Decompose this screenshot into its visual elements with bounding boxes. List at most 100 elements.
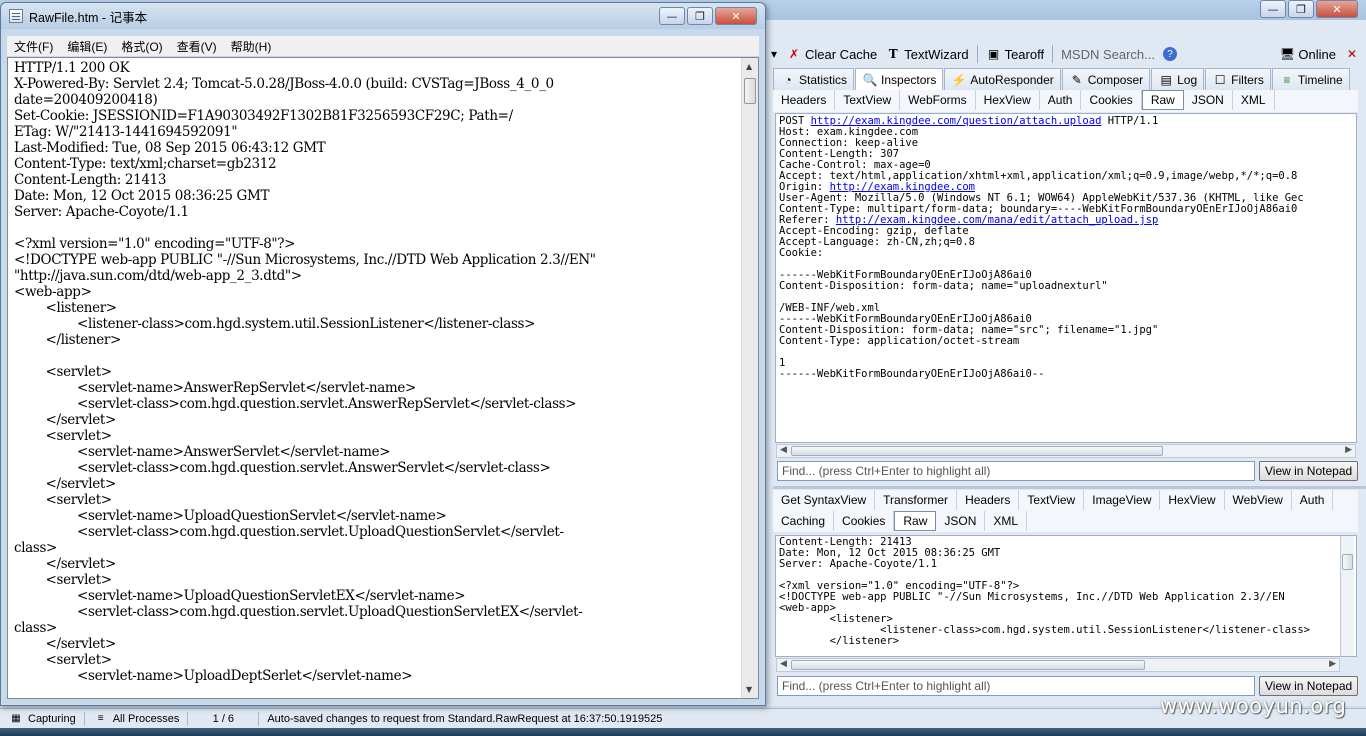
notepad-window: RawFile.htm - 记事本 — ❐ ✕ 文件(F) 编辑(E) 格式(O… <box>0 2 766 706</box>
msdn-search-input[interactable]: MSDN Search... <box>1061 47 1155 62</box>
tab-composer[interactable]: ✎ Composer <box>1061 68 1151 90</box>
tab-label: AutoResponder <box>970 72 1054 87</box>
request-find-input[interactable]: Find... (press Ctrl+Enter to highlight a… <box>777 461 1255 481</box>
request-horizontal-scrollbar[interactable]: ◀ ▶ <box>776 444 1356 458</box>
menu-format[interactable]: 格式(O) <box>114 38 169 55</box>
request-tab-headers[interactable]: Headers <box>773 90 836 110</box>
request-find-bar: Find... (press Ctrl+Enter to highlight a… <box>777 461 1359 483</box>
notepad-line: <servlet> <box>14 364 113 380</box>
notepad-line: X-Powered-By: Servlet 2.4; Tomcat-5.0.28… <box>14 76 554 92</box>
tearoff-button[interactable]: ▣ Tearoff <box>986 46 1044 62</box>
notepad-line: "http://java.sun.com/dtd/web-app_2_3.dtd… <box>14 268 302 284</box>
response-view-in-notepad-button[interactable]: View in Notepad <box>1259 676 1359 696</box>
close-button[interactable]: ✕ <box>715 7 757 25</box>
help-icon[interactable]: ? <box>1163 47 1177 61</box>
scrollbar-thumb[interactable] <box>791 446 1163 456</box>
notepad-line: </servlet> <box>14 556 117 572</box>
response-tab-webview[interactable]: WebView <box>1225 490 1292 510</box>
response-tab-raw[interactable]: Raw <box>894 511 937 531</box>
response-tab-cookies[interactable]: Cookies <box>834 511 895 531</box>
clear-cache-icon: ✗ <box>788 47 800 61</box>
response-tab-xml[interactable]: XML <box>985 511 1028 531</box>
tab-inspectors[interactable]: 🔍 Inspectors <box>855 68 944 91</box>
menu-edit[interactable]: 编辑(E) <box>60 38 114 55</box>
response-raw-line: </listener> <box>779 635 900 647</box>
notepad-line: date=200409200418) <box>14 92 158 108</box>
response-raw-line: <!DOCTYPE web-app PUBLIC "-//Sun Microsy… <box>779 591 1285 603</box>
request-tab-xml[interactable]: XML <box>1233 90 1275 110</box>
notepad-vertical-scrollbar[interactable]: ▲ ▼ <box>741 58 758 698</box>
response-tab-textview[interactable]: TextView <box>1019 490 1085 510</box>
tab-timeline[interactable]: ≡ Timeline <box>1271 68 1350 90</box>
response-vertical-scrollbar[interactable] <box>1340 536 1354 656</box>
response-tab-transformer[interactable]: Transformer <box>875 490 958 510</box>
scrollbar-thumb[interactable] <box>791 660 1145 670</box>
response-raw-view[interactable]: Content-Length: 21413 Date: Mon, 12 Oct 2… <box>775 535 1357 657</box>
menu-file[interactable]: 文件(F) <box>7 38 60 55</box>
close-button[interactable]: ✕ <box>1316 0 1358 18</box>
scroll-down-arrow[interactable]: ▼ <box>746 685 752 694</box>
request-tab-textview[interactable]: TextView <box>835 90 901 110</box>
statistics-icon: ◔ <box>784 72 792 87</box>
tab-log[interactable]: ▤ Log <box>1151 68 1205 90</box>
toolbar-grip-icon: ▾ <box>770 47 778 61</box>
response-tab-headers[interactable]: Headers <box>957 490 1020 510</box>
notepad-title: RawFile.htm - 记事本 <box>29 10 148 25</box>
process-filter[interactable]: ≡ All Processes <box>85 711 188 727</box>
response-tab-auth[interactable]: Auth <box>1292 490 1334 510</box>
menu-view[interactable]: 查看(V) <box>170 38 224 55</box>
minimize-button[interactable]: — <box>1260 0 1286 18</box>
scroll-right-arrow[interactable]: ▶ <box>1329 659 1336 669</box>
scrollbar-thumb[interactable] <box>744 78 756 104</box>
tab-autoresponder[interactable]: ⚡ AutoResponder <box>944 68 1061 90</box>
scroll-left-arrow[interactable]: ◀ <box>780 445 787 455</box>
toolbar-separator <box>1052 45 1054 63</box>
online-indicator[interactable]: 🖥 Online <box>1279 46 1336 62</box>
capturing-indicator[interactable]: ▦ Capturing <box>0 711 84 727</box>
scroll-up-arrow[interactable]: ▲ <box>746 62 752 71</box>
maximize-button[interactable]: ❐ <box>687 7 713 25</box>
notepad-line: <web-app> <box>14 284 92 300</box>
session-count: 1 / 6 <box>212 712 235 725</box>
clear-cache-button[interactable]: ✗ Clear Cache <box>786 46 877 62</box>
filters-checkbox-icon: ☐ <box>1214 72 1226 87</box>
text-wizard-button[interactable]: T TextWizard <box>885 46 969 62</box>
request-tab-auth[interactable]: Auth <box>1040 90 1082 110</box>
request-raw-view[interactable]: POST http://exam.kingdee.com/question/at… <box>775 113 1357 443</box>
menu-help[interactable]: 帮助(H) <box>224 38 279 55</box>
response-tab-get-syntaxview[interactable]: Get SyntaxView <box>773 490 876 510</box>
request-tab-webforms[interactable]: WebForms <box>900 90 976 110</box>
minimize-button[interactable]: — <box>659 7 685 25</box>
tab-filters[interactable]: ☐ Filters <box>1205 68 1271 90</box>
notepad-line: <servlet-name>UploadQuestionServletEX</s… <box>14 588 466 604</box>
scrollbar-thumb[interactable] <box>1342 554 1353 570</box>
tab-label: Composer <box>1087 72 1144 87</box>
inspectors-icon: 🔍 <box>862 73 878 87</box>
pane-splitter[interactable] <box>773 486 1366 489</box>
request-raw-line: Content-Disposition: form-data; name="up… <box>779 281 1353 292</box>
notepad-line: <servlet-name>UploadDeptSerlet</servlet-… <box>14 668 413 684</box>
request-tab-cookies[interactable]: Cookies <box>1081 90 1142 110</box>
notepad-line <box>14 348 740 364</box>
response-tab-caching[interactable]: Caching <box>773 511 835 531</box>
response-tab-json[interactable]: JSON <box>936 511 986 531</box>
response-tab-imageview[interactable]: ImageView <box>1084 490 1161 510</box>
request-tab-hexview[interactable]: HexView <box>976 90 1040 110</box>
notepad-line: <servlet-class>com.hgd.question.servlet.… <box>14 396 577 412</box>
timeline-icon: ≡ <box>1283 72 1291 87</box>
request-view-in-notepad-button[interactable]: View in Notepad <box>1259 461 1359 481</box>
response-tab-hexview[interactable]: HexView <box>1160 490 1225 510</box>
response-horizontal-scrollbar[interactable]: ◀ ▶ <box>776 658 1340 672</box>
scroll-left-arrow[interactable]: ◀ <box>780 659 787 669</box>
scroll-right-arrow[interactable]: ▶ <box>1345 445 1352 455</box>
request-tab-json[interactable]: JSON <box>1184 90 1233 110</box>
tab-label: Inspectors <box>881 73 937 87</box>
notepad-line: <servlet-name>UploadQuestionServlet</ser… <box>14 508 447 524</box>
response-find-input[interactable]: Find... (press Ctrl+Enter to highlight a… <box>777 676 1255 696</box>
maximize-button[interactable]: ❐ <box>1288 0 1314 18</box>
request-tab-raw[interactable]: Raw <box>1141 90 1184 110</box>
toolbar-close-icon[interactable]: ✕ <box>1344 46 1360 62</box>
notepad-text-area[interactable]: HTTP/1.1 200 OK X-Powered-By: Servlet 2.4… <box>7 57 759 699</box>
watermark: www.wooyun.org <box>1160 694 1347 718</box>
tab-statistics[interactable]: ◔ Statistics <box>773 68 855 90</box>
